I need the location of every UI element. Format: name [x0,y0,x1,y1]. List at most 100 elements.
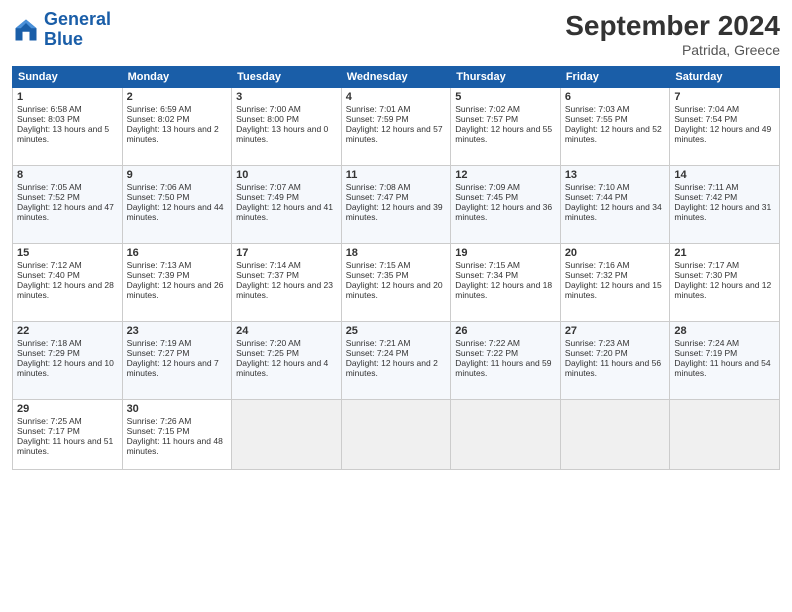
daylight-label: Daylight: 11 hours and 54 minutes. [674,358,770,378]
sunset-label: Sunset: 7:17 PM [17,426,80,436]
sunset-label: Sunset: 7:55 PM [565,114,628,124]
sunrise-label: Sunrise: 7:04 AM [674,104,739,114]
table-cell: 5 Sunrise: 7:02 AM Sunset: 7:57 PM Dayli… [451,88,561,166]
sunset-label: Sunset: 7:19 PM [674,348,737,358]
day-number: 2 [127,91,228,103]
sunrise-label: Sunrise: 7:11 AM [674,182,738,192]
logo-line2: Blue [44,29,83,49]
sunrise-label: Sunrise: 7:16 AM [565,260,630,270]
sunset-label: Sunset: 7:27 PM [127,348,190,358]
daylight-label: Daylight: 11 hours and 51 minutes. [17,436,113,456]
sunset-label: Sunset: 7:20 PM [565,348,628,358]
daylight-label: Daylight: 12 hours and 18 minutes. [455,280,552,300]
sunrise-label: Sunrise: 7:13 AM [127,260,192,270]
col-saturday: Saturday [670,67,780,88]
sunrise-label: Sunrise: 7:26 AM [127,416,192,426]
page: General Blue September 2024 Patrida, Gre… [0,0,792,612]
table-cell: 27 Sunrise: 7:23 AM Sunset: 7:20 PM Dayl… [560,322,670,400]
sunrise-label: Sunrise: 7:19 AM [127,338,192,348]
title-block: September 2024 Patrida, Greece [565,10,780,58]
table-cell: 15 Sunrise: 7:12 AM Sunset: 7:40 PM Dayl… [13,244,123,322]
table-cell: 28 Sunrise: 7:24 AM Sunset: 7:19 PM Dayl… [670,322,780,400]
daylight-label: Daylight: 12 hours and 26 minutes. [127,280,224,300]
sunset-label: Sunset: 7:50 PM [127,192,190,202]
daylight-label: Daylight: 12 hours and 44 minutes. [127,202,224,222]
table-cell: 10 Sunrise: 7:07 AM Sunset: 7:49 PM Dayl… [232,166,342,244]
daylight-label: Daylight: 12 hours and 47 minutes. [17,202,114,222]
sunset-label: Sunset: 7:30 PM [674,270,737,280]
sunset-label: Sunset: 7:37 PM [236,270,299,280]
day-number: 27 [565,325,666,337]
daylight-label: Daylight: 11 hours and 56 minutes. [565,358,661,378]
sunset-label: Sunset: 7:22 PM [455,348,518,358]
daylight-label: Daylight: 12 hours and 15 minutes. [565,280,662,300]
sunrise-label: Sunrise: 6:58 AM [17,104,82,114]
day-number: 20 [565,247,666,259]
sunset-label: Sunset: 7:45 PM [455,192,518,202]
daylight-label: Daylight: 12 hours and 36 minutes. [455,202,552,222]
month-title: September 2024 [565,10,780,42]
sunset-label: Sunset: 7:24 PM [346,348,409,358]
table-cell: 26 Sunrise: 7:22 AM Sunset: 7:22 PM Dayl… [451,322,561,400]
day-number: 5 [455,91,556,103]
sunrise-label: Sunrise: 7:23 AM [565,338,630,348]
header: General Blue September 2024 Patrida, Gre… [12,10,780,58]
sunset-label: Sunset: 7:25 PM [236,348,299,358]
daylight-label: Daylight: 12 hours and 2 minutes. [346,358,438,378]
day-number: 9 [127,169,228,181]
sunset-label: Sunset: 7:47 PM [346,192,409,202]
sunrise-label: Sunrise: 7:24 AM [674,338,739,348]
sunrise-label: Sunrise: 7:00 AM [236,104,301,114]
sunset-label: Sunset: 8:03 PM [17,114,80,124]
daylight-label: Daylight: 12 hours and 34 minutes. [565,202,662,222]
daylight-label: Daylight: 12 hours and 31 minutes. [674,202,771,222]
sunrise-label: Sunrise: 6:59 AM [127,104,192,114]
sunset-label: Sunset: 7:59 PM [346,114,409,124]
table-cell: 23 Sunrise: 7:19 AM Sunset: 7:27 PM Dayl… [122,322,232,400]
sunrise-label: Sunrise: 7:06 AM [127,182,192,192]
daylight-label: Daylight: 13 hours and 2 minutes. [127,124,219,144]
day-number: 14 [674,169,775,181]
day-number: 23 [127,325,228,337]
day-number: 6 [565,91,666,103]
table-cell: 8 Sunrise: 7:05 AM Sunset: 7:52 PM Dayli… [13,166,123,244]
location: Patrida, Greece [565,42,780,58]
table-cell: 12 Sunrise: 7:09 AM Sunset: 7:45 PM Dayl… [451,166,561,244]
sunrise-label: Sunrise: 7:22 AM [455,338,520,348]
table-cell: 17 Sunrise: 7:14 AM Sunset: 7:37 PM Dayl… [232,244,342,322]
day-number: 8 [17,169,118,181]
day-number: 21 [674,247,775,259]
sunrise-label: Sunrise: 7:15 AM [455,260,520,270]
daylight-label: Daylight: 12 hours and 12 minutes. [674,280,771,300]
table-cell: 29 Sunrise: 7:25 AM Sunset: 7:17 PM Dayl… [13,400,123,470]
day-number: 12 [455,169,556,181]
sunrise-label: Sunrise: 7:15 AM [346,260,411,270]
sunrise-label: Sunrise: 7:02 AM [455,104,520,114]
day-number: 13 [565,169,666,181]
logo-line1: General [44,9,111,29]
daylight-label: Daylight: 11 hours and 59 minutes. [455,358,551,378]
daylight-label: Daylight: 12 hours and 39 minutes. [346,202,443,222]
day-number: 15 [17,247,118,259]
table-cell: 18 Sunrise: 7:15 AM Sunset: 7:35 PM Dayl… [341,244,451,322]
sunrise-label: Sunrise: 7:17 AM [674,260,739,270]
daylight-label: Daylight: 12 hours and 10 minutes. [17,358,114,378]
sunrise-label: Sunrise: 7:05 AM [17,182,82,192]
sunset-label: Sunset: 7:57 PM [455,114,518,124]
daylight-label: Daylight: 12 hours and 57 minutes. [346,124,443,144]
sunset-label: Sunset: 7:32 PM [565,270,628,280]
sunset-label: Sunset: 7:42 PM [674,192,737,202]
daylight-label: Daylight: 13 hours and 5 minutes. [17,124,109,144]
daylight-label: Daylight: 12 hours and 28 minutes. [17,280,114,300]
day-number: 28 [674,325,775,337]
table-cell: 2 Sunrise: 6:59 AM Sunset: 8:02 PM Dayli… [122,88,232,166]
daylight-label: Daylight: 12 hours and 41 minutes. [236,202,333,222]
table-cell [232,400,342,470]
table-cell: 3 Sunrise: 7:00 AM Sunset: 8:00 PM Dayli… [232,88,342,166]
col-sunday: Sunday [13,67,123,88]
sunset-label: Sunset: 7:34 PM [455,270,518,280]
day-number: 24 [236,325,337,337]
day-number: 17 [236,247,337,259]
sunrise-label: Sunrise: 7:25 AM [17,416,82,426]
table-cell: 16 Sunrise: 7:13 AM Sunset: 7:39 PM Dayl… [122,244,232,322]
